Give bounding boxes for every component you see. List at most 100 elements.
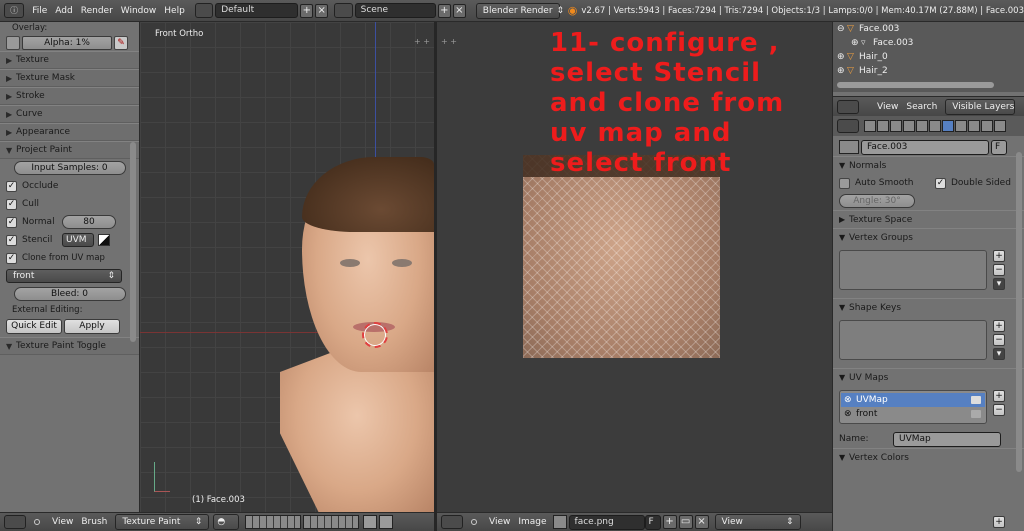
editor-type-icon[interactable] (441, 515, 463, 529)
section-texture-space[interactable]: ▶ Texture Space (833, 210, 1024, 228)
menu-render[interactable]: Render (81, 6, 113, 16)
section-vertex-groups[interactable]: ▼ Vertex Groups (833, 228, 1024, 246)
properties-tabs[interactable] (833, 116, 1024, 136)
angle-field[interactable]: Angle: 30° (839, 194, 915, 208)
clone-row[interactable]: ✓ Clone from UV map (0, 249, 139, 267)
auto-smooth-checkbox[interactable] (839, 177, 850, 189)
screen-layout-field[interactable]: Default (215, 3, 299, 18)
menu-help[interactable]: Help (164, 6, 185, 16)
add-vertex-group-button[interactable]: + (993, 250, 1005, 262)
clone-uv-select[interactable]: front ⇕ (6, 269, 122, 283)
render-anim-icon[interactable] (379, 515, 394, 529)
section-texture[interactable]: ▶ Texture (0, 51, 139, 69)
quick-edit-button[interactable]: Quick Edit (6, 318, 62, 334)
outliner-filter-select[interactable]: Visible Layers (945, 98, 1016, 115)
image-browse-icon[interactable] (552, 515, 567, 529)
section-stroke[interactable]: ▶ Stroke (0, 87, 139, 105)
menu-add[interactable]: Add (55, 6, 72, 16)
uv-map-item-uvmap[interactable]: ⊗ UVMap (841, 393, 985, 407)
section-shape-keys[interactable]: ▼ Shape Keys (833, 298, 1024, 316)
mode-select[interactable]: Texture Paint ⇕ (115, 514, 210, 530)
uv-image[interactable] (523, 155, 720, 358)
scene-icon[interactable] (334, 3, 353, 18)
section-texture-paint-toggle[interactable]: ▼ Texture Paint Toggle (0, 337, 139, 355)
section-texture-mask[interactable]: ▶ Texture Mask (0, 69, 139, 87)
view-mode-select[interactable]: View ⇕ (714, 514, 801, 530)
normal-value-field[interactable]: 80 (62, 215, 116, 229)
mesh-name-field[interactable]: Face.003 (861, 139, 989, 155)
mesh-data-icon[interactable] (839, 140, 859, 154)
input-samples-field[interactable]: Input Samples: 0 (13, 161, 126, 175)
render-tab-icon[interactable] (864, 120, 876, 132)
menu-view[interactable]: View (489, 517, 510, 527)
outliner-item[interactable]: ⊕ ▽ Hair_0 (833, 50, 1024, 64)
double-sided-checkbox[interactable]: ✓ (935, 177, 946, 189)
cull-row[interactable]: ✓ Cull (0, 195, 139, 213)
section-uv-maps[interactable]: ▼ UV Maps (833, 368, 1024, 386)
uv-map-item-front[interactable]: ⊗ front (840, 407, 986, 421)
eye-icon[interactable] (6, 35, 20, 50)
layer-buttons-2[interactable] (303, 515, 360, 529)
viewport-3d[interactable]: Front Ortho + + (1) Face.003 (140, 22, 434, 512)
editor-type-icon[interactable] (837, 119, 859, 133)
screen-layout-icon[interactable] (194, 3, 214, 18)
alpha-field[interactable]: Alpha: 1% (22, 35, 112, 50)
physics-tab-icon[interactable] (994, 120, 1006, 132)
add-screen-button[interactable]: + (300, 3, 314, 18)
particles-tab-icon[interactable] (981, 120, 993, 132)
shading-select[interactable]: ◓ (213, 514, 240, 530)
modifiers-tab-icon[interactable] (929, 120, 941, 132)
outliner-item[interactable]: ⊖ ▽ Face.003 (833, 22, 1024, 36)
remove-uv-map-button[interactable]: − (993, 404, 1005, 416)
occlude-row[interactable]: ✓ Occlude (0, 177, 139, 195)
add-shape-key-button[interactable]: + (993, 320, 1005, 332)
add-vertex-color-button[interactable]: + (993, 516, 1005, 528)
remove-vertex-group-button[interactable]: − (993, 264, 1005, 276)
vertex-group-menu-button[interactable]: ▾ (993, 278, 1005, 290)
world-tab-icon[interactable] (890, 120, 902, 132)
area-split-icon[interactable]: + + (441, 37, 457, 46)
clone-checkbox[interactable]: ✓ (6, 252, 17, 264)
section-appearance[interactable]: ▶ Appearance (0, 123, 139, 141)
shape-keys-list[interactable] (839, 320, 987, 360)
render-engine-select[interactable]: Blender Render ⇕ (475, 2, 564, 19)
menu-image[interactable]: Image (518, 517, 546, 527)
remove-scene-button[interactable]: × (452, 3, 466, 18)
cull-checkbox[interactable]: ✓ (6, 198, 17, 210)
menu-window[interactable]: Window (121, 6, 157, 16)
new-image-button[interactable]: + (662, 515, 677, 529)
3d-cursor-icon[interactable] (362, 322, 388, 348)
properties-scrollbar[interactable] (1016, 152, 1022, 472)
section-curve[interactable]: ▶ Curve (0, 105, 139, 123)
camera-icon[interactable] (971, 410, 981, 418)
object-tab-icon[interactable] (903, 120, 915, 132)
bleed-field[interactable]: Bleed: 0 (13, 287, 126, 301)
outliner-scrollbar[interactable] (837, 82, 994, 88)
outliner-item[interactable]: ⊕ ▽ Hair_2 (833, 64, 1024, 78)
image-fake-user[interactable]: F (644, 514, 661, 530)
image-name-field[interactable]: face.png (568, 514, 645, 530)
occlude-checkbox[interactable]: ✓ (6, 180, 17, 192)
render-icon[interactable] (363, 515, 378, 529)
uv-name-field[interactable]: UVMap (893, 431, 1001, 447)
outliner[interactable]: ⊖ ▽ Face.003 ⊕ ▿ Face.003 ⊕ ▽ Hair_0 ⊕ ▽ Hair_2 (833, 22, 1024, 92)
add-scene-button[interactable]: + (437, 3, 451, 18)
stencil-checkbox[interactable]: ✓ (6, 234, 17, 246)
menu-view[interactable]: View (877, 102, 898, 112)
image-editor[interactable]: + + 11- configure , select Stencil and c… (437, 22, 832, 512)
menu-file[interactable]: File (32, 6, 47, 16)
scene-tab-icon[interactable] (877, 120, 889, 132)
mesh-fake-user[interactable]: F (991, 139, 1007, 155)
layer-buttons[interactable] (245, 515, 302, 529)
outliner-item[interactable]: ⊕ ▿ Face.003 (833, 36, 1024, 50)
menu-view[interactable]: View (52, 517, 73, 527)
panel-scrollbar[interactable] (130, 142, 136, 342)
normal-checkbox[interactable]: ✓ (6, 216, 17, 228)
texture-tab-icon[interactable] (968, 120, 980, 132)
constraints-tab-icon[interactable] (916, 120, 928, 132)
editor-type-icon[interactable] (4, 515, 26, 529)
editor-type-icon[interactable] (837, 99, 859, 114)
menu-search[interactable]: Search (906, 102, 937, 112)
remove-shape-key-button[interactable]: − (993, 334, 1005, 346)
apply-button[interactable]: Apply (64, 318, 120, 334)
